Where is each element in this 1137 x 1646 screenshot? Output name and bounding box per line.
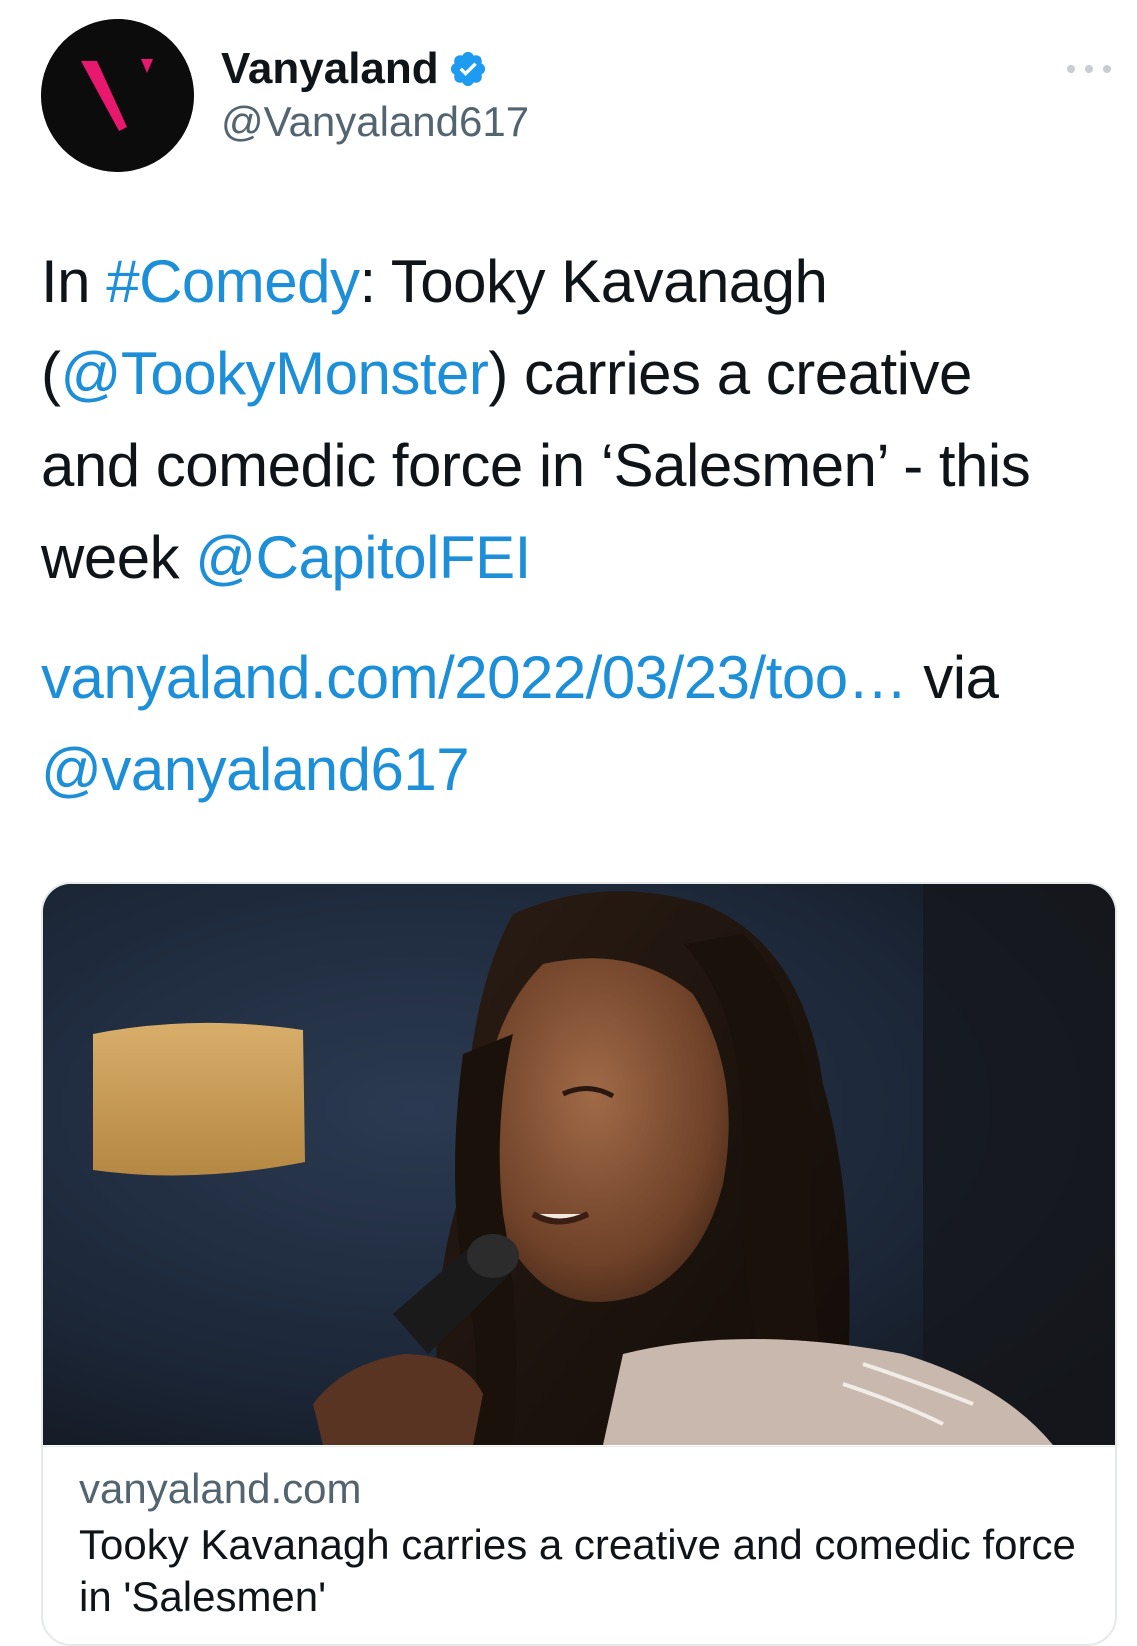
card-meta: vanyaland.com Tooky Kavanagh carries a c…	[43, 1446, 1115, 1620]
text: (	[41, 340, 61, 407]
dot	[1085, 65, 1093, 73]
mention-link[interactable]: @CapitolFEI	[195, 524, 531, 591]
tweet-link-block: vanyaland.com/2022/03/23/too… via @vanya…	[41, 632, 1121, 816]
tweet-line: vanyaland.com/2022/03/23/too… via	[41, 632, 1121, 724]
display-name[interactable]: Vanyaland	[221, 44, 439, 94]
card-title[interactable]: Tooky Kavanagh carries a creative and co…	[79, 1519, 1079, 1623]
hashtag-link[interactable]: #Comedy	[106, 248, 360, 315]
tweet-line: (@TookyMonster) carries a creative	[41, 328, 1121, 420]
tweet-line: week @CapitolFEI	[41, 512, 1121, 604]
text: : Tooky Kavanagh	[359, 248, 828, 315]
vanyaland-v-logo-icon	[41, 19, 194, 172]
avatar[interactable]	[41, 19, 194, 172]
display-name-row: Vanyaland	[221, 40, 488, 98]
user-handle[interactable]: @Vanyaland617	[221, 98, 529, 146]
performer-photo	[43, 884, 1115, 1445]
card-image[interactable]	[43, 884, 1115, 1445]
link-card[interactable]: vanyaland.com Tooky Kavanagh carries a c…	[41, 882, 1117, 1646]
url-link[interactable]: vanyaland.com/2022/03/23/too…	[41, 644, 908, 711]
text: In	[41, 248, 107, 315]
text: week	[41, 524, 196, 591]
tweet-text: In #Comedy: Tooky Kavanagh (@TookyMonste…	[41, 236, 1121, 604]
verified-badge-icon	[450, 51, 485, 87]
tweet: Vanyaland @Vanyaland617 In #Comedy: Took…	[0, 0, 1137, 1646]
text: via	[907, 644, 999, 711]
mention-link[interactable]: @TookyMonster	[60, 340, 488, 407]
text: ) carries a creative	[488, 340, 972, 407]
tweet-line: @vanyaland617	[41, 724, 1121, 816]
tweet-line: In #Comedy: Tooky Kavanagh	[41, 236, 1121, 328]
mention-link[interactable]: @vanyaland617	[41, 736, 470, 803]
more-dots-icon[interactable]	[1067, 58, 1111, 80]
dot	[1103, 65, 1111, 73]
card-domain: vanyaland.com	[79, 1465, 362, 1512]
dot	[1067, 65, 1075, 73]
tweet-line: and comedic force in ‘Salesmen’ - this	[41, 432, 1031, 499]
